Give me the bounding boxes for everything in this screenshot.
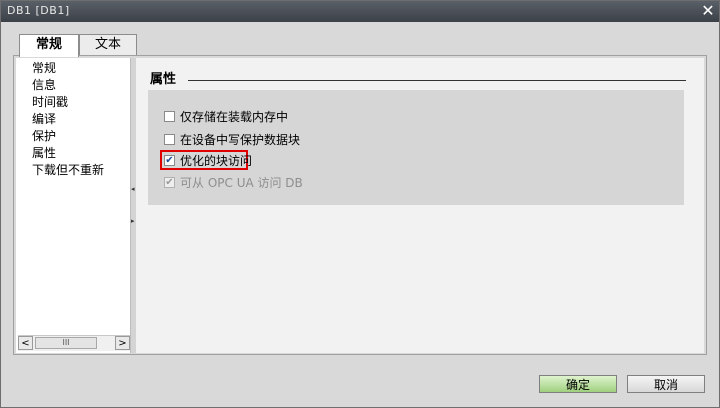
ok-button[interactable]: 确定: [539, 375, 617, 393]
window-title: DB1 [DB1]: [7, 4, 70, 17]
properties-box: 仅存储在装载内存中 在设备中写保护数据块 ✔ 优化的块访问 ✔ 可从 OPC U…: [148, 90, 684, 205]
option-label: 可从 OPC UA 访问 DB: [180, 176, 303, 190]
scroll-thumb[interactable]: III: [35, 337, 97, 349]
nav-item-timestamp[interactable]: 时间戳: [32, 94, 68, 111]
dialog-window: DB1 [DB1] ✕ 常规 文本 常规 信息 时间戳 编译 保护 属性 下载但…: [0, 0, 720, 408]
title-bar[interactable]: DB1 [DB1] ✕: [1, 1, 719, 22]
cancel-button[interactable]: 取消: [627, 375, 705, 393]
nav-item-attributes[interactable]: 属性: [32, 145, 56, 162]
checkbox-opc-ua-access: ✔: [164, 177, 175, 188]
tab-content: 常规 信息 时间戳 编译 保护 属性 下载但不重新 < III > ◂ ▸ 属性: [13, 55, 707, 355]
scroll-left-button[interactable]: <: [18, 336, 33, 350]
close-icon[interactable]: ✕: [700, 3, 716, 19]
tab-general[interactable]: 常规: [19, 34, 79, 57]
nav-item-general[interactable]: 常规: [32, 60, 56, 77]
horizontal-scrollbar[interactable]: < III >: [18, 335, 130, 351]
nav-item-download-without-reinit[interactable]: 下载但不重新: [32, 162, 104, 179]
nav-item-protection[interactable]: 保护: [32, 128, 56, 145]
section-title: 属性: [150, 72, 177, 87]
option-label: 在设备中写保护数据块: [180, 133, 301, 147]
navigation-list: 常规 信息 时间戳 编译 保护 属性 下载但不重新 < III >: [16, 58, 131, 353]
tab-text[interactable]: 文本: [79, 34, 137, 55]
button-bar: 确定 取消: [1, 357, 719, 407]
checkbox-load-memory-only[interactable]: [164, 111, 175, 122]
nav-item-compile[interactable]: 编译: [32, 111, 56, 128]
scroll-right-button[interactable]: >: [115, 336, 130, 350]
checkbox-optimized-block-access[interactable]: ✔: [164, 155, 175, 166]
section-divider: [188, 80, 686, 81]
option-label: 优化的块访问: [180, 154, 253, 168]
option-label: 仅存储在装载内存中: [180, 110, 289, 124]
checkbox-write-protect[interactable]: [164, 134, 175, 145]
properties-panel: 属性 仅存储在装载内存中 在设备中写保护数据块 ✔ 优化的块访问 ✔ 可从 OP…: [136, 58, 704, 353]
nav-item-info[interactable]: 信息: [32, 77, 56, 94]
